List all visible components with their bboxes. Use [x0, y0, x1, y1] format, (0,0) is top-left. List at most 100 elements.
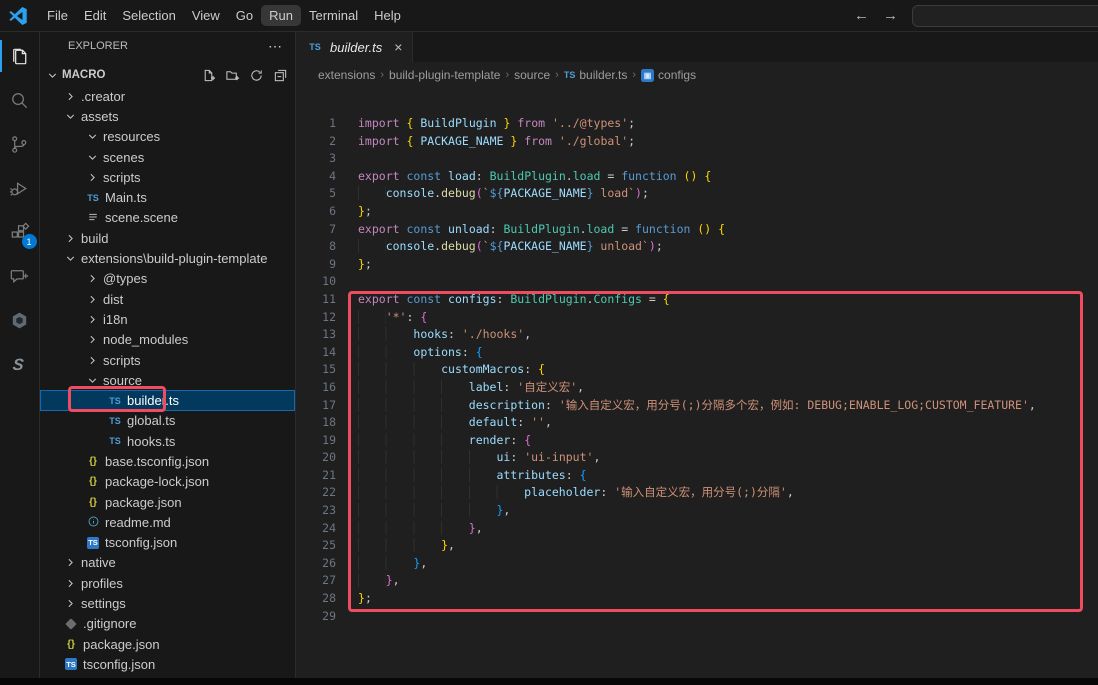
tree-item-tsconfig.json[interactable]: TStsconfig.json [40, 533, 295, 553]
new-file-icon[interactable] [199, 66, 217, 84]
tree-item-profiles[interactable]: profiles [40, 573, 295, 593]
line-number[interactable]: 10 [296, 273, 336, 291]
line-number[interactable]: 18 [296, 414, 336, 432]
menu-edit[interactable]: Edit [76, 5, 114, 26]
code-line-25: 25 }, [296, 537, 1098, 555]
breadcrumb-item-builder.ts[interactable]: TSbuilder.ts [564, 68, 628, 82]
tree-item-source[interactable]: source [40, 370, 295, 390]
extensions-icon[interactable]: 1 [0, 210, 40, 254]
collapse-all-icon[interactable] [271, 66, 289, 84]
line-number[interactable]: 11 [296, 291, 336, 309]
tree-item-main.ts[interactable]: TSMain.ts [40, 187, 295, 207]
tree-item-resources[interactable]: resources [40, 127, 295, 147]
s-extension-icon[interactable]: S [0, 342, 40, 386]
section-header-macro[interactable]: MACRO [40, 64, 295, 86]
tree-item-base.tsconfig.json[interactable]: {}base.tsconfig.json [40, 451, 295, 471]
line-number[interactable]: 2 [296, 133, 336, 151]
menu-go[interactable]: Go [228, 5, 261, 26]
menu-run[interactable]: Run [261, 5, 301, 26]
line-number[interactable]: 17 [296, 397, 336, 415]
code-line-content: description: '输入自定义宏，用分号(;)分隔多个宏，例如: DEB… [336, 397, 1036, 415]
chevron-right-icon [84, 352, 100, 368]
tree-item-builder.ts[interactable]: TSbuilder.ts [40, 390, 295, 410]
tree-item-scripts[interactable]: scripts [40, 167, 295, 187]
new-folder-icon[interactable] [223, 66, 241, 84]
line-number[interactable]: 13 [296, 326, 336, 344]
line-number[interactable]: 15 [296, 361, 336, 379]
line-number[interactable]: 26 [296, 555, 336, 573]
code-editor[interactable]: 1import { BuildPlugin } from '../@types'… [296, 88, 1098, 678]
search-icon[interactable] [0, 78, 40, 122]
tree-item-native[interactable]: native [40, 553, 295, 573]
explorer-icon[interactable] [0, 34, 40, 78]
line-number[interactable]: 27 [296, 572, 336, 590]
breadcrumb-item-source[interactable]: source [514, 68, 550, 82]
tree-item-tsconfig.json[interactable]: TStsconfig.json [40, 654, 295, 674]
menu-selection[interactable]: Selection [114, 5, 183, 26]
breadcrumb-item-configs[interactable]: ▣configs [641, 68, 696, 82]
line-number[interactable]: 24 [296, 520, 336, 538]
breadcrumb-item-build-plugin-template[interactable]: build-plugin-template [389, 68, 500, 82]
source-control-icon[interactable] [0, 122, 40, 166]
code-line-content: }; [336, 256, 372, 274]
tree-item-extensions-build-plugin-template[interactable]: extensions\build-plugin-template [40, 248, 295, 268]
menu-terminal[interactable]: Terminal [301, 5, 366, 26]
refresh-icon[interactable] [247, 66, 265, 84]
line-number[interactable]: 4 [296, 168, 336, 186]
tree-item-scenes[interactable]: scenes [40, 147, 295, 167]
run-debug-icon[interactable] [0, 166, 40, 210]
menu-view[interactable]: View [184, 5, 228, 26]
line-number[interactable]: 19 [296, 432, 336, 450]
json-file-icon: {} [84, 476, 102, 487]
nav-back-icon[interactable]: ← [854, 7, 869, 24]
tree-item-package.json[interactable]: {}package.json [40, 634, 295, 654]
line-number[interactable]: 25 [296, 537, 336, 555]
line-number[interactable]: 16 [296, 379, 336, 397]
line-number[interactable]: 29 [296, 608, 336, 626]
line-number[interactable]: 3 [296, 150, 336, 168]
breadcrumb-item-extensions[interactable]: extensions [318, 68, 375, 82]
chat-icon[interactable] [0, 254, 40, 298]
line-number[interactable]: 6 [296, 203, 336, 221]
tree-item-scene.scene[interactable]: scene.scene [40, 208, 295, 228]
line-number[interactable]: 23 [296, 502, 336, 520]
sidebar-more-actions-icon[interactable]: ⋯ [268, 38, 283, 55]
tsconfig-file-icon: TS [84, 537, 102, 549]
tree-item-hooks.ts[interactable]: TShooks.ts [40, 431, 295, 451]
hexagon-extension-icon[interactable] [0, 298, 40, 342]
line-number[interactable]: 21 [296, 467, 336, 485]
tree-item-dist[interactable]: dist [40, 289, 295, 309]
line-number[interactable]: 1 [296, 115, 336, 133]
line-number[interactable]: 8 [296, 238, 336, 256]
tree-item-assets[interactable]: assets [40, 106, 295, 126]
line-number[interactable]: 9 [296, 256, 336, 274]
menu-file[interactable]: File [39, 5, 76, 26]
tab-builder-ts[interactable]: TS builder.ts × [296, 32, 413, 62]
line-number[interactable]: 22 [296, 484, 336, 502]
line-number[interactable]: 5 [296, 185, 336, 203]
line-number[interactable]: 12 [296, 309, 336, 327]
tree-item-settings[interactable]: settings [40, 593, 295, 613]
tree-item-readme.md[interactable]: readme.md [40, 512, 295, 532]
nav-forward-icon[interactable]: → [883, 7, 898, 24]
tree-item-i18n[interactable]: i18n [40, 309, 295, 329]
tab-close-icon[interactable]: × [394, 39, 402, 55]
tree-item-label: @types [103, 271, 147, 286]
line-number[interactable]: 20 [296, 449, 336, 467]
tree-item-.gitignore[interactable]: .gitignore [40, 614, 295, 634]
line-number[interactable]: 28 [296, 590, 336, 608]
tree-item-scripts[interactable]: scripts [40, 350, 295, 370]
tree-item-package-lock.json[interactable]: {}package-lock.json [40, 472, 295, 492]
tree-item-.creator[interactable]: .creator [40, 86, 295, 106]
tree-item-node-modules[interactable]: node_modules [40, 330, 295, 350]
line-number[interactable]: 14 [296, 344, 336, 362]
menu-help[interactable]: Help [366, 5, 409, 26]
line-number[interactable]: 7 [296, 221, 336, 239]
chevron-right-icon [84, 271, 100, 287]
command-center-search[interactable] [912, 5, 1098, 27]
tree-item-build[interactable]: build [40, 228, 295, 248]
tree-item-@types[interactable]: @types [40, 269, 295, 289]
tree-item-package.json[interactable]: {}package.json [40, 492, 295, 512]
code-line-22: 22 placeholder: '输入自定义宏，用分号(;)分隔', [296, 484, 1098, 502]
tree-item-global.ts[interactable]: TSglobal.ts [40, 411, 295, 431]
